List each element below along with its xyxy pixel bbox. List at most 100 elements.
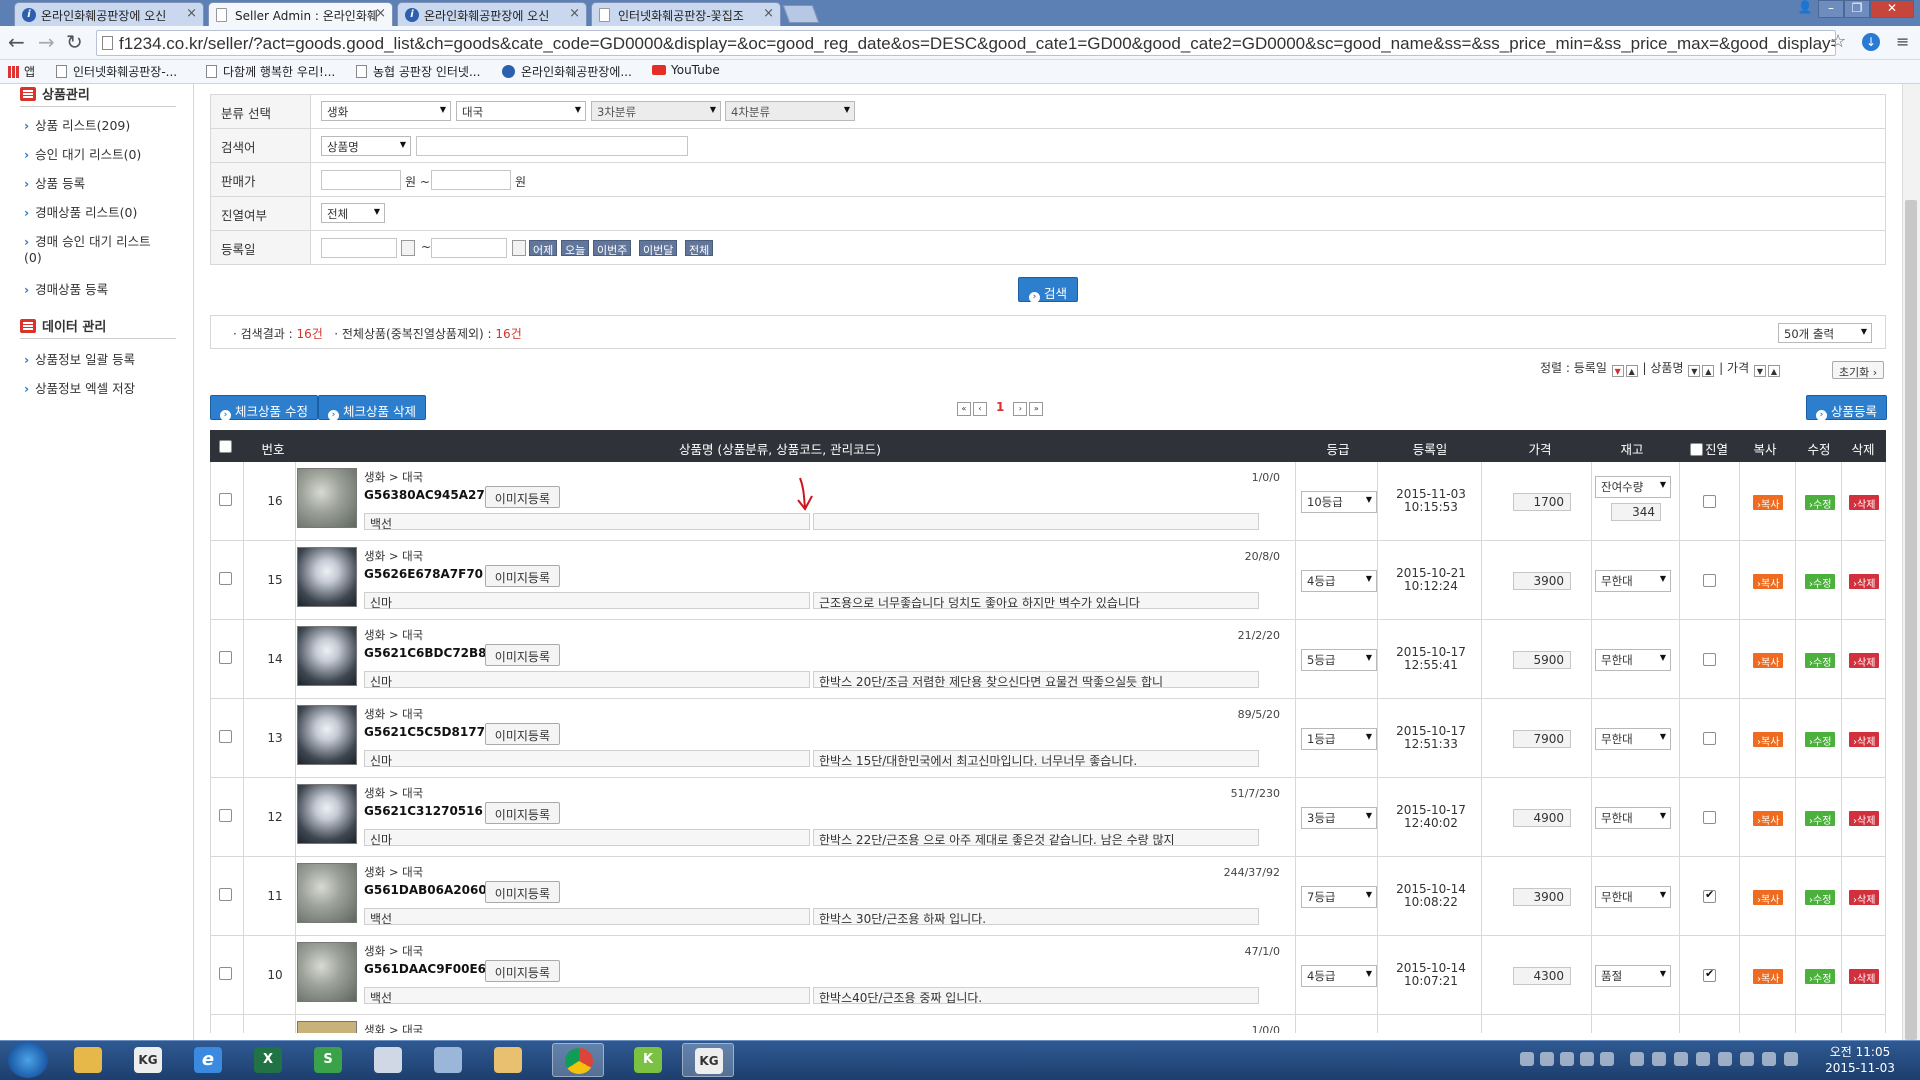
edit-checked-button[interactable]: › 체크상품 수정 xyxy=(210,395,318,421)
copy-button[interactable]: ›복사 xyxy=(1753,890,1784,906)
row-checkbox[interactable] xyxy=(219,572,232,585)
taskbar-app-kg2[interactable]: KG xyxy=(682,1043,734,1077)
sort-asc-icon[interactable]: ▲ xyxy=(1767,365,1780,377)
product-name-field[interactable]: 백선 xyxy=(364,987,810,1005)
price-field[interactable]: 3900 xyxy=(1513,572,1571,590)
tray-icon[interactable] xyxy=(1600,1052,1614,1066)
product-thumbnail[interactable] xyxy=(297,1021,357,1033)
taskbar-chrome[interactable] xyxy=(552,1043,604,1077)
date-this-month-button[interactable]: 이번달 xyxy=(639,240,678,257)
image-register-button[interactable]: 이미지등록 xyxy=(484,881,560,903)
taskbar-clock[interactable]: 오전 11:05 2015-11-03 xyxy=(1818,1044,1902,1076)
bookmark-3[interactable]: 농협 공판장 인터넷... xyxy=(356,63,480,80)
search-button[interactable]: › 검색 xyxy=(1018,277,1078,303)
row-checkbox[interactable] xyxy=(219,651,232,664)
sidebar-item-bulk-register[interactable]: 상품정보 일괄 등록 xyxy=(24,352,164,368)
taskbar-app-s[interactable]: S xyxy=(302,1043,354,1077)
tray-icon[interactable] xyxy=(1674,1052,1688,1066)
sort-asc-icon[interactable]: ▲ xyxy=(1702,365,1715,377)
bookmark-youtube[interactable]: YouTube xyxy=(652,63,720,77)
display-checkbox[interactable] xyxy=(1703,967,1716,982)
display-checkbox[interactable] xyxy=(1703,811,1716,824)
category3-select[interactable]: 3차분류 xyxy=(591,101,721,121)
browser-tab-1[interactable]: i 온라인화훼공판장에 오신 × xyxy=(14,2,204,26)
product-name-field[interactable]: 백선 xyxy=(364,908,810,926)
minimize-button[interactable]: – xyxy=(1818,0,1844,18)
category1-select[interactable]: 생화 xyxy=(321,101,451,121)
price-field[interactable]: 3900 xyxy=(1513,888,1571,906)
grade-select[interactable]: 5등급 xyxy=(1301,649,1377,671)
copy-button[interactable]: ›복사 xyxy=(1753,495,1784,511)
grade-select[interactable]: 7등급 xyxy=(1301,886,1377,908)
delete-button[interactable]: ›삭제 xyxy=(1849,811,1880,827)
date-today-button[interactable]: 오늘 xyxy=(561,240,590,257)
sidebar-item-product-list[interactable]: 상품 리스트(209) xyxy=(24,118,164,134)
browser-tab-3[interactable]: i 온라인화훼공판장에 오신 × xyxy=(397,2,587,26)
image-register-button[interactable]: 이미지등록 xyxy=(484,486,560,508)
browser-tab-4[interactable]: 인터넷화훼공판장-꽃집조 × xyxy=(591,2,781,26)
date-yesterday-button[interactable]: 어제 xyxy=(529,240,558,257)
delete-button[interactable]: ›삭제 xyxy=(1849,495,1880,511)
sidebar-item-pending-list[interactable]: 승인 대기 리스트(0) xyxy=(24,147,164,163)
browser-tab-2[interactable]: Seller Admin : 온라인화훼 × xyxy=(208,2,393,27)
sort-asc-icon[interactable]: ▲ xyxy=(1625,365,1638,377)
sidebar-item-auction-register[interactable]: 경매상품 등록 xyxy=(24,282,164,298)
stock-select[interactable]: 무한대 xyxy=(1595,728,1671,750)
product-name-field[interactable]: 신마 xyxy=(364,592,810,610)
display-checkbox[interactable] xyxy=(1703,653,1716,666)
product-desc-field[interactable] xyxy=(813,513,1259,530)
stock-select[interactable]: 무한대 xyxy=(1595,570,1671,592)
copy-button[interactable]: ›복사 xyxy=(1753,574,1784,590)
row-checkbox[interactable] xyxy=(219,967,232,980)
new-tab-button[interactable] xyxy=(782,5,820,23)
start-button[interactable] xyxy=(8,1042,48,1078)
delete-button[interactable]: ›삭제 xyxy=(1849,890,1880,906)
product-thumbnail[interactable] xyxy=(297,784,357,844)
select-all-checkbox[interactable] xyxy=(219,440,232,453)
product-desc-field[interactable]: 근조용으로 너무좋습니다 덩치도 좋아요 하지만 벽수가 있습니다 xyxy=(813,592,1259,609)
copy-button[interactable]: ›복사 xyxy=(1753,811,1784,827)
date-all-button[interactable]: 전체 xyxy=(685,240,714,257)
price-max-input[interactable] xyxy=(431,170,511,190)
register-product-button[interactable]: › 상품등록 xyxy=(1806,395,1888,421)
sidebar-item-excel-save[interactable]: 상품정보 엑셀 저장 xyxy=(24,381,164,397)
page-number[interactable]: 1 xyxy=(996,400,1004,414)
copy-button[interactable]: ›복사 xyxy=(1753,653,1784,669)
display-checkbox[interactable] xyxy=(1703,888,1716,903)
forward-icon[interactable]: → xyxy=(38,30,55,54)
stock-select[interactable]: 무한대 xyxy=(1595,886,1671,908)
edit-button[interactable]: ›수정 xyxy=(1805,574,1836,590)
delete-button[interactable]: ›삭제 xyxy=(1849,969,1880,985)
calendar-icon[interactable] xyxy=(512,240,526,256)
close-window-button[interactable]: ✕ xyxy=(1870,0,1914,18)
taskbar-app-k[interactable]: K xyxy=(622,1043,674,1077)
edit-button[interactable]: ›수정 xyxy=(1805,811,1836,827)
taskbar-app-kg[interactable]: KG xyxy=(122,1043,174,1077)
row-checkbox[interactable] xyxy=(219,730,232,743)
stock-select[interactable]: 무한대 xyxy=(1595,649,1671,671)
sort-desc-icon[interactable]: ▼ xyxy=(1753,365,1766,377)
bookmark-apps[interactable]: 앱 xyxy=(8,63,35,80)
bookmark-4[interactable]: 온라인화훼공판장에... xyxy=(502,63,632,80)
product-thumbnail[interactable] xyxy=(297,705,357,765)
product-name-field[interactable]: 신마 xyxy=(364,750,810,768)
calendar-icon[interactable] xyxy=(401,240,415,256)
taskbar-notebook[interactable] xyxy=(422,1043,474,1077)
image-register-button[interactable]: 이미지등록 xyxy=(484,723,560,745)
page-info-icon[interactable] xyxy=(102,36,113,50)
sidebar-item-auction-list[interactable]: 경매상품 리스트(0) xyxy=(24,205,164,221)
taskbar-excel[interactable]: X xyxy=(242,1043,294,1077)
next-page-icon[interactable]: › xyxy=(1013,402,1028,416)
price-field[interactable]: 5900 xyxy=(1513,651,1571,669)
grade-select[interactable]: 4등급 xyxy=(1301,965,1377,987)
grade-select[interactable]: 4등급 xyxy=(1301,570,1377,592)
tray-hanja-icon[interactable] xyxy=(1560,1052,1574,1066)
tray-icon[interactable] xyxy=(1784,1052,1798,1066)
tray-ime-icon[interactable] xyxy=(1540,1052,1554,1066)
taskbar-ie[interactable]: e xyxy=(182,1043,234,1077)
bookmark-star-icon[interactable]: ☆ xyxy=(1830,31,1846,52)
sort-desc-icon[interactable]: ▼ xyxy=(1611,365,1624,377)
reload-icon[interactable]: ↻ xyxy=(66,30,83,54)
taskbar-calculator[interactable] xyxy=(362,1043,414,1077)
per-page-select[interactable]: 50개 출력 xyxy=(1778,323,1872,343)
